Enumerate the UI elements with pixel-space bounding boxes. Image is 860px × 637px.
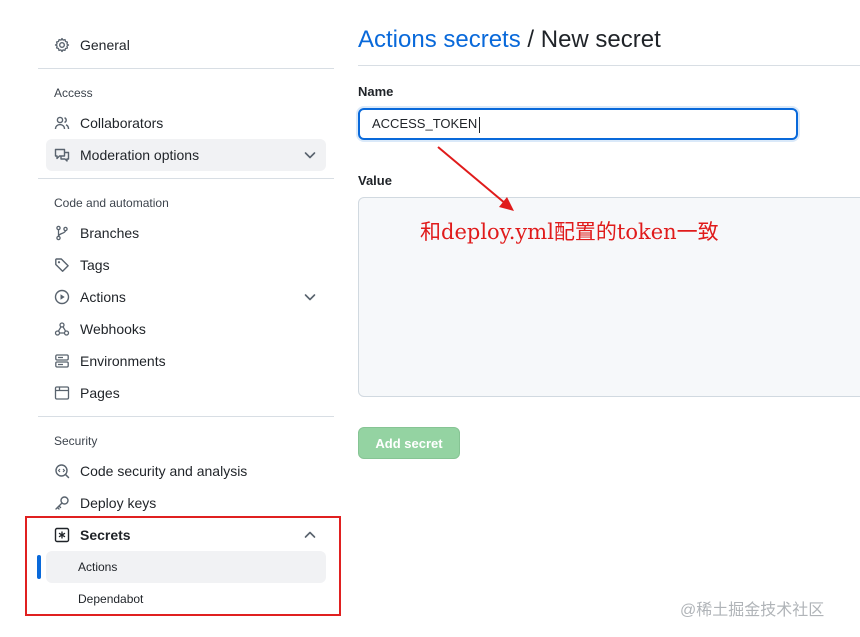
text-caret — [479, 116, 481, 133]
sidebar-item-label: Moderation options — [80, 147, 200, 163]
title-divider — [358, 65, 860, 66]
sidebar-item-tags[interactable]: Tags — [46, 249, 326, 281]
play-icon — [53, 288, 71, 306]
sidebar-item-label: General — [80, 37, 130, 53]
sidebar-item-label: Code security and analysis — [80, 463, 248, 479]
sidebar-item-general[interactable]: General — [46, 29, 326, 61]
settings-sidebar: General Access Collaborators Moderation … — [0, 0, 345, 637]
annotation-text: 和deploy.yml配置的token一致 — [420, 220, 719, 244]
breadcrumb-current: New secret — [540, 26, 661, 53]
sidebar-divider — [38, 416, 334, 417]
sidebar-item-actions[interactable]: Actions — [46, 281, 326, 313]
tag-icon — [53, 256, 71, 274]
sidebar-divider — [38, 68, 334, 69]
sidebar-item-label: Actions — [80, 289, 126, 305]
watermark: @稀土掘金技术社区 — [680, 602, 825, 619]
sidebar-item-webhooks[interactable]: Webhooks — [46, 313, 326, 345]
codescan-icon — [53, 462, 71, 480]
highlight-box — [25, 516, 341, 616]
sidebar-item-label: Tags — [80, 257, 110, 273]
sidebar-item-code-security[interactable]: Code security and analysis — [46, 455, 326, 487]
sidebar-item-label: Webhooks — [80, 321, 146, 337]
section-title-security: Security — [54, 434, 98, 448]
chevron-down-icon — [302, 147, 318, 163]
webhook-icon — [53, 320, 71, 338]
name-input[interactable]: ACCESS_TOKEN — [358, 108, 798, 140]
sidebar-item-label: Branches — [80, 225, 140, 241]
gear-icon — [53, 36, 71, 54]
section-title-code-automation: Code and automation — [54, 196, 169, 210]
browser-icon — [53, 384, 71, 402]
sidebar-item-branches[interactable]: Branches — [46, 217, 326, 249]
name-label: Name — [358, 84, 394, 99]
value-label: Value — [358, 173, 392, 188]
server-icon — [53, 352, 71, 370]
sidebar-item-pages[interactable]: Pages — [46, 377, 326, 409]
sidebar-item-label: Collaborators — [80, 115, 164, 131]
sidebar-item-moderation-options[interactable]: Moderation options — [46, 139, 326, 171]
git-branch-icon — [53, 224, 71, 242]
sidebar-item-label: Pages — [80, 385, 120, 401]
page-title: Actions secrets / New secret — [358, 26, 661, 54]
key-icon — [53, 494, 71, 512]
breadcrumb-separator: / — [520, 26, 541, 53]
sidebar-item-environments[interactable]: Environments — [46, 345, 326, 377]
chevron-down-icon — [302, 289, 318, 305]
comment-discussion-icon — [53, 146, 71, 164]
sidebar-divider — [38, 178, 334, 179]
section-title-access: Access — [54, 86, 93, 100]
sidebar-item-collaborators[interactable]: Collaborators — [46, 107, 326, 139]
name-input-value: ACCESS_TOKEN — [372, 116, 478, 131]
sidebar-item-deploy-keys[interactable]: Deploy keys — [46, 487, 326, 519]
sidebar-item-label: Environments — [80, 353, 166, 369]
sidebar-item-label: Deploy keys — [80, 495, 157, 511]
add-secret-button[interactable]: Add secret — [358, 427, 460, 459]
people-icon — [53, 114, 71, 132]
breadcrumb-link[interactable]: Actions secrets — [358, 26, 521, 53]
